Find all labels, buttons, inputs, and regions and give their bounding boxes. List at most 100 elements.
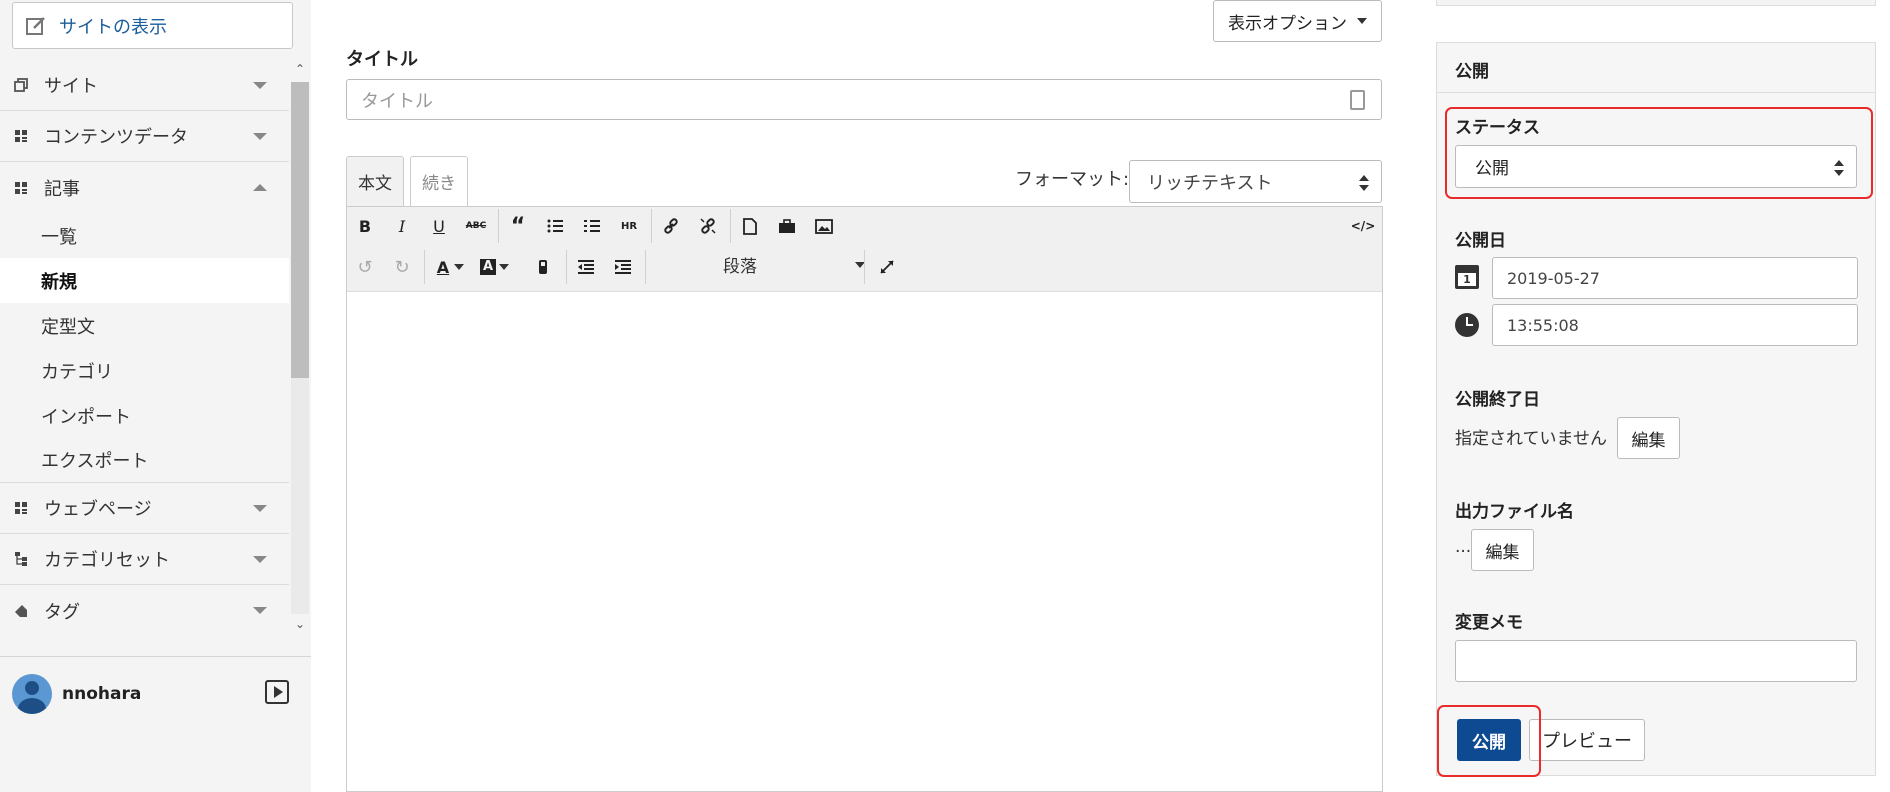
paragraph-value: 段落 bbox=[723, 256, 757, 277]
insert-asset-icon[interactable] bbox=[771, 210, 803, 242]
title-placeholder: タイトル bbox=[361, 90, 433, 112]
content-icon bbox=[15, 130, 27, 142]
strikethrough-icon[interactable]: ABC bbox=[460, 210, 492, 242]
italic-icon[interactable]: I bbox=[386, 210, 418, 242]
display-options-button[interactable]: 表示オプション bbox=[1213, 0, 1382, 42]
publish-panel: 公開 ステータス 公開 公開日 1 2019-05-27 13:55:08 公開… bbox=[1436, 42, 1876, 776]
tab-more[interactable]: 続き bbox=[410, 156, 468, 206]
toolbar-separator bbox=[864, 250, 865, 284]
avatar bbox=[12, 674, 52, 714]
user-menu[interactable]: nnohara bbox=[12, 674, 141, 714]
redo-icon[interactable]: ↻ bbox=[386, 251, 418, 283]
sidebar-item-webpages[interactable]: ウェブページ bbox=[0, 483, 289, 534]
format-label: フォーマット: bbox=[1015, 169, 1130, 190]
blockquote-icon[interactable]: “ bbox=[502, 210, 534, 242]
calendar-icon[interactable]: 1 bbox=[1455, 265, 1479, 289]
sidebar-item-tags[interactable]: タグ bbox=[0, 585, 289, 636]
unlink-icon[interactable] bbox=[692, 210, 724, 242]
change-memo-input[interactable] bbox=[1455, 640, 1857, 682]
change-memo-label: 変更メモ bbox=[1455, 613, 1523, 633]
output-filename-label: 出力ファイル名 bbox=[1455, 502, 1574, 522]
view-site-button[interactable]: サイトの表示 bbox=[12, 2, 293, 49]
rich-text-editor[interactable]: B I U ABC “ HR </> ↺ ↻ A A 段落 bbox=[346, 206, 1383, 792]
editor-content-area[interactable] bbox=[347, 292, 1382, 791]
publish-panel-heading: 公開 bbox=[1437, 43, 1875, 93]
submenu-item-boilerplate[interactable]: 定型文 bbox=[0, 303, 289, 348]
horizontal-rule-icon[interactable]: HR bbox=[613, 210, 645, 242]
sidebar-item-label: カテゴリセット bbox=[44, 550, 170, 571]
publish-date-input[interactable]: 2019-05-27 bbox=[1492, 257, 1858, 299]
tag-icon bbox=[15, 604, 27, 617]
bulleted-list-icon[interactable] bbox=[539, 210, 571, 242]
numbered-list-icon[interactable] bbox=[576, 210, 608, 242]
chevron-down-icon bbox=[253, 556, 267, 563]
format-select[interactable]: リッチテキスト bbox=[1129, 160, 1382, 203]
remove-format-icon[interactable] bbox=[527, 251, 559, 283]
sidebar-item-label: 記事 bbox=[44, 178, 80, 200]
submenu-item-new[interactable]: 新規 bbox=[0, 258, 289, 303]
preview-button[interactable]: プレビュー bbox=[1529, 719, 1645, 761]
format-value: リッチテキスト bbox=[1147, 172, 1273, 194]
edit-filename-button[interactable]: 編集 bbox=[1471, 529, 1534, 571]
divider bbox=[0, 656, 311, 657]
toolbar-separator bbox=[498, 209, 499, 243]
entry-icon bbox=[15, 181, 27, 194]
text-color-dropdown[interactable] bbox=[451, 251, 467, 283]
source-code-icon[interactable]: </> bbox=[1347, 210, 1379, 242]
submenu-item-export[interactable]: エクスポート bbox=[0, 438, 289, 483]
sidebar-toggle-icon[interactable] bbox=[265, 680, 289, 704]
paragraph-format-select[interactable]: 段落 bbox=[719, 247, 879, 281]
scroll-thumb[interactable] bbox=[291, 82, 309, 378]
webpage-icon bbox=[15, 502, 27, 514]
toolbar-separator bbox=[424, 250, 425, 284]
sidebar-item-label: タグ bbox=[44, 601, 80, 623]
username: nnohara bbox=[62, 684, 142, 704]
insert-image-icon[interactable] bbox=[808, 210, 840, 242]
sidebar-item-label: サイト bbox=[44, 76, 98, 97]
bold-icon[interactable]: B bbox=[349, 210, 381, 242]
field-settings-icon[interactable] bbox=[1350, 90, 1365, 110]
toolbar-separator bbox=[651, 209, 652, 243]
indent-icon[interactable] bbox=[607, 251, 639, 283]
chevron-down-icon bbox=[253, 607, 267, 614]
toolbar-separator bbox=[566, 250, 567, 284]
sidebar-item-content-data[interactable]: コンテンツデータ bbox=[0, 111, 289, 162]
status-value: 公開 bbox=[1475, 159, 1509, 179]
background-color-dropdown[interactable] bbox=[496, 251, 512, 283]
sidebar: サイトの表示 サイト コンテンツデータ 記事 一覧 新規 定型文 カテゴリ イン… bbox=[0, 0, 311, 792]
scroll-up-icon[interactable]: ⌃ bbox=[292, 62, 308, 80]
sidebar-item-entries[interactable]: 記事 bbox=[0, 162, 289, 213]
publish-button[interactable]: 公開 bbox=[1457, 719, 1521, 761]
underline-icon[interactable]: U bbox=[423, 210, 455, 242]
sidebar-item-category-sets[interactable]: カテゴリセット bbox=[0, 534, 289, 585]
display-options-label: 表示オプション bbox=[1228, 13, 1347, 34]
status-select[interactable]: 公開 bbox=[1455, 145, 1857, 188]
sidebar-item-label: ウェブページ bbox=[44, 499, 152, 520]
tab-body[interactable]: 本文 bbox=[346, 156, 404, 206]
sidebar-scrollbar[interactable]: ⌃ ⌄ bbox=[290, 60, 310, 637]
submenu-item-category[interactable]: カテゴリ bbox=[0, 348, 289, 393]
publish-time-input[interactable]: 13:55:08 bbox=[1492, 304, 1858, 346]
outdent-icon[interactable] bbox=[570, 251, 602, 283]
select-arrows-icon bbox=[1359, 175, 1369, 191]
undo-icon[interactable]: ↺ bbox=[349, 251, 381, 283]
title-input[interactable]: タイトル bbox=[346, 79, 1382, 120]
sidebar-item-site[interactable]: サイト bbox=[0, 60, 289, 111]
publish-date-label: 公開日 bbox=[1455, 231, 1506, 251]
link-icon[interactable] bbox=[655, 210, 687, 242]
edit-end-date-button[interactable]: 編集 bbox=[1617, 417, 1680, 459]
sidebar-item-label: コンテンツデータ bbox=[44, 127, 188, 148]
clock-icon[interactable] bbox=[1455, 313, 1479, 337]
site-icon bbox=[14, 78, 28, 92]
scroll-down-icon[interactable]: ⌄ bbox=[292, 617, 308, 635]
insert-file-icon[interactable] bbox=[734, 210, 766, 242]
submenu-item-list[interactable]: 一覧 bbox=[0, 213, 289, 258]
chevron-up-icon bbox=[253, 184, 267, 191]
end-date-label: 公開終了日 bbox=[1455, 390, 1540, 410]
entries-submenu: 一覧 新規 定型文 カテゴリ インポート エクスポート bbox=[0, 213, 289, 483]
fullscreen-icon[interactable] bbox=[871, 251, 903, 283]
view-site-label: サイトの表示 bbox=[59, 16, 167, 38]
title-label: タイトル bbox=[346, 49, 418, 70]
submenu-item-import[interactable]: インポート bbox=[0, 393, 289, 438]
toolbar-separator bbox=[730, 209, 731, 243]
